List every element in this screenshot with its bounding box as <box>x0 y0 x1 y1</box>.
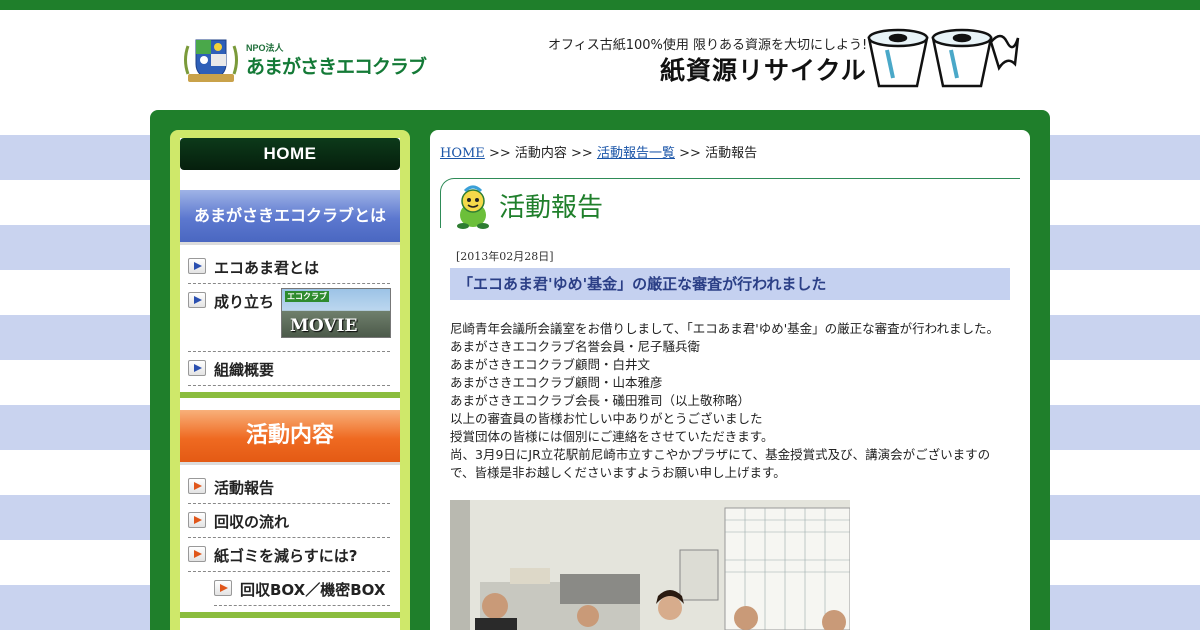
arrow-right-icon <box>214 580 232 596</box>
movie-thumbnail[interactable]: エコクラブ MOVIE <box>281 288 391 338</box>
nav-item-ecoama[interactable]: エコあま君とは <box>188 250 390 284</box>
nav-item-organization[interactable]: 組織概要 <box>188 352 390 386</box>
home-button[interactable]: HOME <box>180 138 400 170</box>
post-line: あまがさきエコクラブ顧問・山本雅彦 <box>450 375 663 390</box>
movie-label: MOVIE <box>290 316 358 336</box>
breadcrumb-level1: 活動内容 <box>514 146 567 161</box>
post-line: 授賞団体の皆様には個別にご連絡をさせていただきます。 <box>450 429 774 444</box>
site-header: NPO法人 あまがさきエコクラブ オフィス古紙100%使用 限りある資源を大切に… <box>0 10 1200 110</box>
post-line: あまがさきエコクラブ顧問・白井文 <box>450 357 651 372</box>
post-line: あまがさきエコクラブ名誉会員・尼子騒兵衛 <box>450 339 701 354</box>
arrow-right-icon <box>188 512 206 528</box>
arrow-right-icon <box>188 546 206 562</box>
nav-item-label: 活動報告 <box>214 479 275 497</box>
page-title-box: 活動報告 <box>440 178 1020 229</box>
arrow-right-icon <box>188 360 206 376</box>
main-content: HOME >> 活動内容 >> 活動報告一覧 >> 活動報告 活動報告 [201… <box>430 130 1030 630</box>
post-title: 「エコあま君'ゆめ'基金」の厳正な審査が行われました <box>450 268 1010 300</box>
meeting-photo-image <box>450 500 850 630</box>
nav-item-label: 紙ゴミを減らすには? <box>214 547 358 565</box>
logo-name-text: あまがさきエコクラブ <box>246 56 427 78</box>
logo-emblem-icon <box>184 39 238 82</box>
about-header[interactable]: あまがさきエコクラブとは <box>180 190 400 242</box>
sidebar-menu: HOME あまがさきエコクラブとは エコあま君とは 成り立ち エコクラブ MOV… <box>180 138 400 630</box>
post-line: 尼崎青年会議所会議室をお借りしまして、「エコあま君'ゆめ'基金」の厳正な審査が行… <box>450 321 999 336</box>
nav-item-collection-box[interactable]: 回収BOX／機密BOX <box>214 572 390 606</box>
breadcrumb: HOME >> 活動内容 >> 活動報告一覧 >> 活動報告 <box>440 142 757 161</box>
nav-item-label: 回収BOX／機密BOX <box>240 581 386 599</box>
movie-tag: エコクラブ <box>285 291 329 302</box>
nav-item-collection-flow[interactable]: 回収の流れ <box>188 504 390 538</box>
site-logo[interactable]: NPO法人 あまがさきエコクラブ <box>182 36 427 86</box>
post-body: 尼崎青年会議所会議室をお借りしまして、「エコあま君'ゆめ'基金」の厳正な審査が行… <box>450 320 1012 482</box>
paper-rolls-icon <box>867 28 1020 88</box>
activity-header[interactable]: 活動内容 <box>180 410 400 462</box>
arrow-right-icon <box>188 478 206 494</box>
post-line: 尚、3月9日にJR立花駅前尼崎市立すこやかプラザにて、基金授賞式及び、講演会がご… <box>450 447 991 480</box>
header-headline: 紙資源リサイクル <box>660 56 867 85</box>
breadcrumb-home-link[interactable]: HOME <box>440 146 485 161</box>
nav-item-reduce-paper[interactable]: 紙ゴミを減らすには? <box>188 538 390 572</box>
nav-item-history[interactable]: 成り立ち エコクラブ MOVIE <box>188 284 391 352</box>
breadcrumb-report-list-link[interactable]: 活動報告一覧 <box>597 146 675 161</box>
breadcrumb-sep: >> <box>488 146 511 161</box>
section-separator <box>180 612 400 618</box>
section-separator <box>180 392 400 398</box>
arrow-right-icon <box>188 258 206 274</box>
breadcrumb-sep: >> <box>679 146 701 161</box>
nav-item-label: 組織概要 <box>214 361 275 379</box>
arrow-right-icon <box>188 292 206 308</box>
nav-item-label: 回収の流れ <box>214 513 290 531</box>
page-title: 活動報告 <box>499 193 604 223</box>
post-line: 以上の審査員の皆様お忙しい中ありがとうございました <box>450 411 763 426</box>
nav-item-label: 成り立ち <box>214 293 275 311</box>
mascot-icon <box>457 185 489 229</box>
breadcrumb-current: 活動報告 <box>705 146 758 161</box>
post-photo <box>450 500 850 630</box>
sidebar: HOME あまがさきエコクラブとは エコあま君とは 成り立ち エコクラブ MOV… <box>170 130 410 630</box>
post-date: [2013年02月28日] <box>456 250 554 263</box>
nav-item-label: エコあま君とは <box>214 259 320 277</box>
post-line: あまがさきエコクラブ会長・礒田雅司（以上敬称略） <box>450 393 751 408</box>
breadcrumb-sep: >> <box>571 146 593 161</box>
nav-item-activity-report[interactable]: 活動報告 <box>188 470 390 504</box>
top-bar <box>0 0 1200 10</box>
